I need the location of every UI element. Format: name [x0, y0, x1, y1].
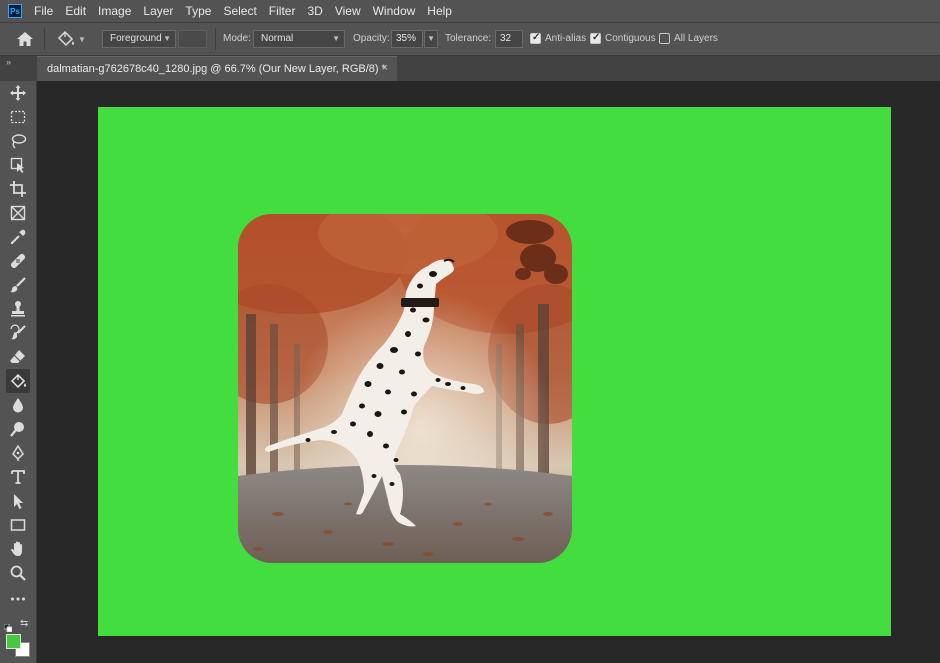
paint-bucket-icon — [10, 373, 26, 389]
document-tab[interactable]: dalmatian-g762678c40_1280.jpg @ 66.7% (O… — [37, 56, 397, 81]
opacity-label: Opacity: — [353, 33, 390, 44]
lasso-icon — [11, 134, 27, 149]
ellipsis-icon — [11, 597, 25, 601]
menu-view[interactable]: View — [329, 0, 367, 22]
opacity-slider-toggle[interactable]: ▼ — [424, 30, 438, 48]
mode-value: Normal — [261, 33, 294, 44]
collapse-panels-icon[interactable]: » — [6, 57, 11, 67]
arrow-pointer-icon — [14, 494, 23, 509]
tool-preset-picker[interactable]: ▼ — [54, 27, 94, 51]
foreground-color-swatch[interactable] — [6, 634, 21, 649]
pattern-picker[interactable] — [178, 30, 207, 48]
hand-tool[interactable] — [6, 537, 30, 561]
more-tools[interactable] — [6, 587, 30, 611]
document-canvas[interactable] — [98, 107, 891, 636]
paint-bucket-tool[interactable] — [6, 369, 30, 393]
menu-select[interactable]: Select — [217, 0, 262, 22]
lasso-tool[interactable] — [6, 129, 30, 153]
brush-tool[interactable] — [6, 273, 30, 297]
dodge-icon — [10, 422, 24, 437]
menu-type[interactable]: Type — [179, 0, 217, 22]
opacity-input[interactable]: 35% — [391, 30, 423, 48]
rectangular-marquee-icon — [10, 110, 26, 124]
magnifier-icon — [10, 565, 26, 581]
all-layers-label: All Layers — [674, 33, 718, 44]
chevron-down-icon: ▼ — [427, 34, 435, 43]
pen-tool[interactable] — [6, 441, 30, 465]
menu-window[interactable]: Window — [367, 0, 422, 22]
object-selection-tool[interactable] — [6, 153, 30, 177]
options-bar: ▼ Foreground ▼ Mode: Normal ▼ Opacity: 3… — [0, 22, 940, 56]
fill-source-value: Foreground — [110, 33, 162, 44]
photoshop-logo: Ps — [8, 4, 22, 18]
all-layers-checkbox[interactable] — [659, 33, 670, 44]
healing-brush-tool[interactable] — [6, 249, 30, 273]
dalmatian-photo — [238, 214, 572, 563]
paint-bucket-icon — [57, 30, 74, 47]
separator — [44, 28, 45, 50]
marquee-tool[interactable] — [6, 105, 30, 129]
pen-icon — [12, 444, 24, 461]
tolerance-input[interactable]: 32 — [495, 30, 523, 48]
blur-tool[interactable] — [6, 393, 30, 417]
swap-colors-icon[interactable]: ⇆ — [20, 618, 28, 629]
bandage-icon — [10, 253, 26, 269]
water-drop-icon — [13, 398, 23, 413]
menu-3d[interactable]: 3D — [301, 0, 328, 22]
fill-source-select[interactable]: Foreground ▼ — [102, 30, 176, 48]
anti-alias-checkbox[interactable] — [530, 32, 541, 44]
mode-select[interactable]: Normal ▼ — [253, 30, 345, 48]
crop-icon — [10, 181, 26, 197]
menu-edit[interactable]: Edit — [59, 0, 92, 22]
mode-label: Mode: — [223, 33, 251, 44]
path-selection-tool[interactable] — [6, 489, 30, 513]
type-tool[interactable] — [6, 465, 30, 489]
brush-icon — [10, 277, 26, 293]
history-brush-icon — [10, 324, 26, 340]
separator — [215, 28, 216, 50]
crop-tool[interactable] — [6, 177, 30, 201]
frame-icon — [10, 205, 26, 221]
tools-panel: ⇆ — [0, 81, 37, 663]
close-tab-icon[interactable]: × — [382, 62, 388, 74]
dodge-tool[interactable] — [6, 417, 30, 441]
object-selection-icon — [10, 157, 24, 173]
contiguous-label: Contiguous — [605, 33, 656, 44]
eraser-tool[interactable] — [6, 345, 30, 369]
tolerance-label: Tolerance: — [445, 33, 492, 44]
zoom-tool[interactable] — [6, 561, 30, 585]
menu-help[interactable]: Help — [421, 0, 458, 22]
history-brush-tool[interactable] — [6, 321, 30, 345]
chevron-down-icon: ▼ — [78, 34, 86, 44]
dalmatian-image — [238, 214, 572, 563]
move-icon — [10, 85, 26, 101]
document-tab-bar: » dalmatian-g762678c40_1280.jpg @ 66.7% … — [0, 56, 940, 81]
stamp-tool[interactable] — [6, 297, 30, 321]
hand-icon — [11, 541, 22, 556]
default-colors-icon[interactable] — [3, 619, 13, 633]
anti-alias-label: Anti-alias — [545, 33, 587, 44]
eyedropper-tool[interactable] — [6, 225, 30, 249]
menu-layer[interactable]: Layer — [137, 0, 179, 22]
move-tool[interactable] — [6, 81, 30, 105]
chevron-down-icon: ▼ — [332, 34, 340, 43]
eyedropper-icon — [10, 229, 26, 245]
menu-file[interactable]: File — [28, 0, 59, 22]
frame-tool[interactable] — [6, 201, 30, 225]
chevron-down-icon: ▼ — [163, 34, 171, 43]
stamp-icon — [11, 301, 25, 317]
document-workspace — [37, 81, 940, 663]
rectangle-tool[interactable] — [6, 513, 30, 537]
document-tab-title: dalmatian-g762678c40_1280.jpg @ 66.7% (O… — [47, 63, 386, 75]
rectangle-icon — [10, 519, 26, 531]
contiguous-checkbox[interactable] — [590, 32, 601, 44]
menu-filter[interactable]: Filter — [263, 0, 302, 22]
home-icon[interactable] — [14, 29, 36, 49]
menu-image[interactable]: Image — [92, 0, 137, 22]
eraser-icon — [10, 350, 25, 363]
menu-bar: Ps File Edit Image Layer Type Select Fil… — [0, 0, 940, 22]
type-icon — [11, 470, 25, 484]
